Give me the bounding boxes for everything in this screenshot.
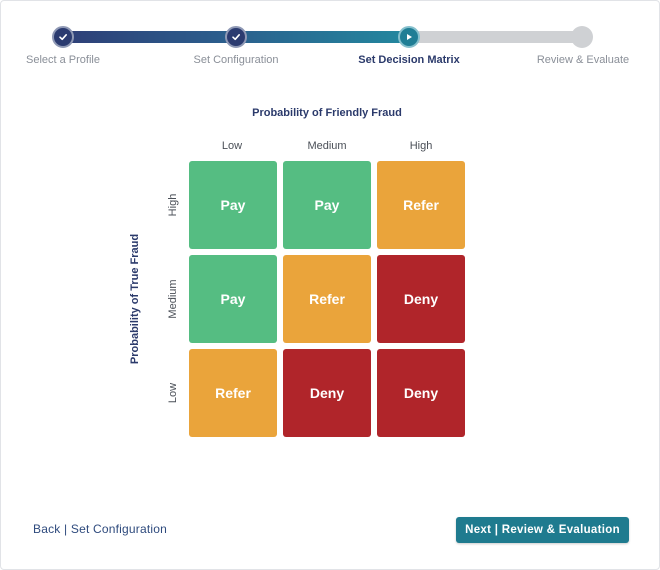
y-axis-title: Probability of True Fraud (129, 233, 141, 365)
matrix-cell-medium-high[interactable]: Deny (377, 255, 465, 343)
check-icon (59, 34, 67, 41)
matrix-cell-high-low[interactable]: Pay (189, 161, 277, 249)
row-label-medium: Medium (167, 279, 179, 319)
next-button[interactable]: Next | Review & Evaluation (456, 517, 629, 543)
step-dot-set-decision-matrix[interactable] (398, 26, 420, 48)
decision-matrix-panel: Select a Profile Set Configuration Set D… (0, 0, 660, 570)
matrix-cell-low-low[interactable]: Refer (189, 349, 277, 437)
matrix-cell-medium-low[interactable]: Pay (189, 255, 277, 343)
row-label-high: High (167, 193, 179, 217)
matrix-cell-low-high[interactable]: Deny (377, 349, 465, 437)
column-label-low: Low (221, 140, 243, 152)
check-icon (232, 34, 240, 41)
row-label-low: Low (167, 382, 179, 404)
matrix-cell-high-medium[interactable]: Pay (283, 161, 371, 249)
step-label-set-configuration[interactable]: Set Configuration (194, 54, 279, 66)
matrix-cell-medium-medium[interactable]: Refer (283, 255, 371, 343)
step-dot-review-evaluate[interactable] (571, 26, 593, 48)
step-dot-set-configuration[interactable] (225, 26, 247, 48)
step-label-review-evaluate[interactable]: Review & Evaluate (537, 54, 629, 66)
back-link[interactable]: Back | Set Configuration (33, 522, 167, 536)
matrix-cell-low-medium[interactable]: Deny (283, 349, 371, 437)
column-label-medium: Medium (307, 140, 347, 152)
step-label-set-decision-matrix[interactable]: Set Decision Matrix (358, 54, 459, 66)
step-dot-select-profile[interactable] (52, 26, 74, 48)
step-label-select-profile[interactable]: Select a Profile (26, 54, 100, 66)
column-label-high: High (409, 140, 433, 152)
matrix-cell-high-high[interactable]: Refer (377, 161, 465, 249)
play-icon (407, 34, 412, 40)
x-axis-title: Probability of Friendly Fraud (252, 107, 402, 119)
stepper-track-remaining (409, 31, 581, 43)
